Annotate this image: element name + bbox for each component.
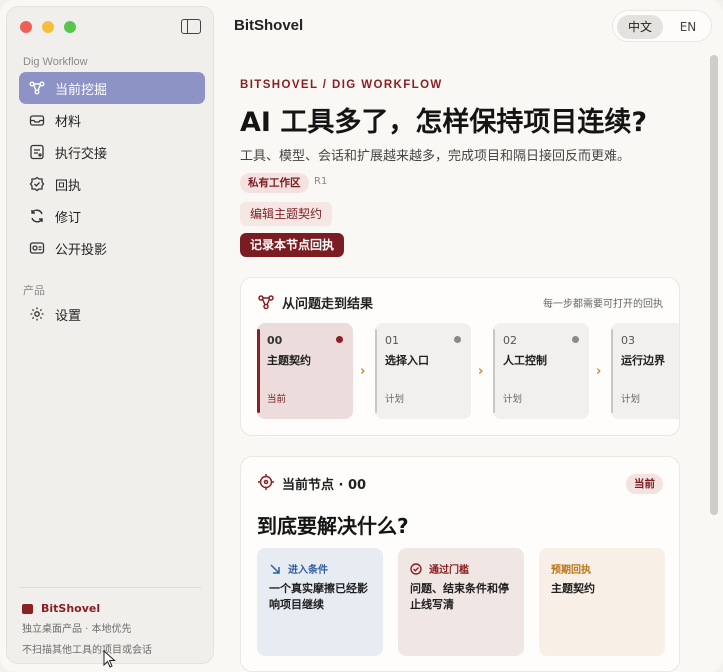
handoff-doc-icon (29, 144, 45, 160)
language-zh-option[interactable]: 中文 (617, 15, 663, 39)
mouse-cursor-icon (103, 650, 116, 668)
target-crosshair-icon (258, 474, 274, 490)
inbox-tray-icon (29, 112, 45, 128)
page-subtitle: 工具、模型、会话和扩展越来越多，完成项目和隔日接回反而更难。 (240, 149, 631, 164)
arrow-down-right-icon (270, 563, 280, 574)
step-state: 计划 (503, 394, 523, 405)
sidebar-item-receipts[interactable]: 回执 (19, 168, 205, 200)
current-status-badge: 当前 (626, 474, 663, 494)
step-name: 主题契约 (267, 354, 311, 367)
tile-body: 主题契约 (551, 582, 595, 595)
sidebar-item-handoff[interactable]: 执行交接 (19, 136, 205, 168)
sidebar-item-label: 材料 (55, 114, 82, 130)
scrollbar[interactable] (710, 55, 718, 515)
tile-title: 通过门槛 (410, 561, 469, 576)
brand-name: BitShovel (41, 602, 101, 615)
sidebar: Dig Workflow 当前挖掘 材料 执行交接 回执 修订 公开投影 产品 … (6, 6, 214, 664)
page-kicker: BITSHOVEL / DIG WORKFLOW (240, 79, 443, 91)
sidebar-item-current-dig[interactable]: 当前挖掘 (19, 72, 205, 104)
check-badge-icon (410, 562, 422, 575)
sidebar-item-label: 执行交接 (55, 146, 108, 162)
step-number: 02 (503, 334, 517, 347)
flow-step-01[interactable]: 01 选择入口 计划 (375, 323, 471, 419)
tile-title-text: 通过门槛 (429, 565, 469, 576)
sidebar-item-settings[interactable]: 设置 (19, 298, 205, 330)
step-state: 计划 (621, 394, 641, 405)
flow-step-02[interactable]: 02 人工控制 计划 (493, 323, 589, 419)
flow-step-00[interactable]: 00 主题契约 当前 (257, 323, 353, 419)
footer-privacy-note: 不扫描其他工具的项目或会话 (22, 645, 152, 656)
page-title: AI 工具多了，怎样保持项目连续? (240, 107, 648, 138)
flow-step-03[interactable]: 03 运行边界 计划 (611, 323, 679, 419)
sidebar-section-product: 产品 (23, 285, 45, 297)
app-title: BitShovel (234, 17, 304, 34)
app-window: Dig Workflow 当前挖掘 材料 执行交接 回执 修订 公开投影 产品 … (0, 0, 723, 672)
brand-logo-icon (22, 603, 33, 614)
tile-title-text: 进入条件 (288, 565, 328, 576)
node-question: 到底要解决什么? (257, 514, 409, 538)
language-switch[interactable]: 中文 EN (612, 10, 712, 42)
step-number: 03 (621, 334, 635, 347)
flow-card: 从问题走到结果 每一步都需要可打开的回执 00 主题契约 当前 › 01 选择入… (240, 277, 680, 436)
flow-card-hint: 每一步都需要可打开的回执 (543, 299, 663, 310)
gear-icon (29, 306, 45, 322)
sidebar-item-label: 当前挖掘 (55, 82, 108, 98)
step-state: 计划 (385, 394, 405, 405)
step-status-dot (454, 336, 461, 343)
minimize-window-button[interactable] (42, 21, 54, 33)
tile-body: 问题、结束条件和停止线写清 (410, 582, 509, 611)
current-node-card: 当前节点 · 00 当前 到底要解决什么? 进入条件 一个真实摩擦已经影响项目继… (240, 456, 680, 672)
step-name: 选择入口 (385, 354, 429, 367)
pass-gate-tile: 通过门槛 问题、结束条件和停止线写清 (398, 548, 524, 656)
step-name: 人工控制 (503, 354, 547, 367)
sidebar-item-label: 修订 (55, 210, 82, 226)
sidebar-item-label: 公开投影 (55, 242, 108, 258)
sidebar-item-materials[interactable]: 材料 (19, 104, 205, 136)
record-receipt-button[interactable]: 记录本节点回执 (240, 233, 345, 257)
projection-card-icon (29, 240, 45, 256)
tile-title: 进入条件 (269, 561, 328, 576)
sidebar-item-label: 回执 (55, 178, 82, 194)
chevron-right-icon: › (596, 364, 602, 379)
footer-tagline: 独立桌面产品 · 本地优先 (22, 624, 132, 635)
revision-label: R1 (314, 176, 328, 187)
chevron-right-icon: › (478, 364, 484, 379)
step-state: 当前 (267, 394, 287, 405)
graph-nodes-icon (29, 80, 45, 96)
step-status-dot (572, 336, 579, 343)
sidebar-brand: BitShovel (22, 602, 100, 615)
sidebar-item-revisions[interactable]: 修订 (19, 200, 205, 232)
workspace-badge: 私有工作区 (240, 173, 309, 193)
check-circle-icon (29, 176, 45, 192)
flow-card-title: 从问题走到结果 (282, 297, 374, 312)
tile-body: 一个真实摩擦已经影响项目继续 (269, 582, 368, 611)
step-number: 01 (385, 334, 399, 347)
entry-condition-tile: 进入条件 一个真实摩擦已经影响项目继续 (257, 548, 383, 656)
graph-nodes-icon (258, 295, 274, 310)
chevron-right-icon: › (360, 364, 366, 379)
expected-receipt-tile: 预期回执 主题契约 (539, 548, 665, 656)
step-status-dot (336, 336, 343, 343)
zoom-window-button[interactable] (64, 21, 76, 33)
tile-title: 预期回执 (551, 561, 591, 576)
current-node-title: 当前节点 · 00 (282, 478, 367, 493)
step-name: 运行边界 (621, 354, 665, 367)
sidebar-item-label: 设置 (55, 308, 82, 324)
sidebar-section-workflow: Dig Workflow (23, 56, 88, 68)
refresh-icon (29, 208, 45, 224)
step-number: 00 (267, 334, 283, 347)
close-window-button[interactable] (20, 21, 32, 33)
sidebar-item-public-projection[interactable]: 公开投影 (19, 232, 205, 264)
language-en-option[interactable]: EN (667, 15, 709, 39)
tile-title-text: 预期回执 (551, 565, 591, 576)
edit-contract-button[interactable]: 编辑主题契约 (240, 202, 333, 226)
sidebar-footer: BitShovel 独立桌面产品 · 本地优先 不扫描其他工具的项目或会话 (19, 587, 201, 656)
sidebar-toggle-icon[interactable] (181, 19, 201, 34)
